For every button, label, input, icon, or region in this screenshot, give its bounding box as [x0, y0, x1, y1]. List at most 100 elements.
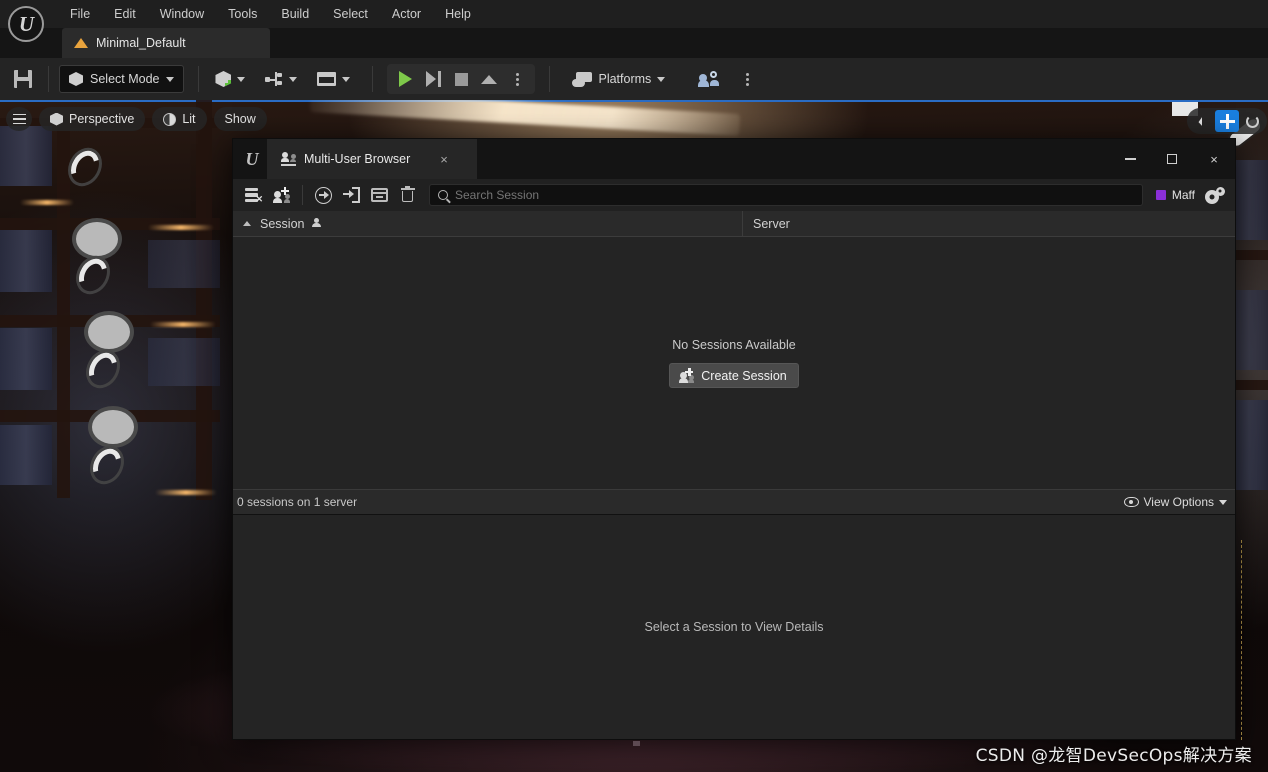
multi-user-button[interactable] — [691, 64, 727, 94]
user-name: Maff — [1171, 188, 1195, 202]
chevron-down-icon — [289, 76, 298, 82]
column-session-label: Session — [260, 216, 305, 231]
menu-file[interactable]: File — [58, 0, 102, 28]
create-session-button[interactable]: Create Session — [669, 363, 799, 388]
multi-user-icon — [698, 71, 720, 87]
menu-help[interactable]: Help — [433, 0, 483, 28]
unreal-logo-icon: U — [245, 148, 259, 169]
add-actor-icon — [215, 71, 232, 87]
viewport-menu-icon[interactable] — [6, 107, 32, 131]
hamburger-icon — [12, 113, 26, 125]
eye-icon — [1123, 497, 1139, 507]
rotate-tool-icon[interactable] — [1240, 110, 1264, 132]
cursor-arrow-icon — [1198, 116, 1206, 126]
scene-glow — [155, 490, 217, 495]
unreal-logo-icon[interactable]: U — [8, 6, 44, 42]
scene-books — [0, 425, 52, 485]
session-list[interactable]: No Sessions Available Create Session — [233, 237, 1235, 489]
play-controls-group — [387, 64, 536, 94]
save-icon[interactable] — [14, 70, 32, 88]
select-mode-label: Select Mode — [90, 72, 160, 86]
search-session-field[interactable] — [429, 184, 1143, 206]
scene-books — [0, 328, 52, 390]
viewport-show-button[interactable]: Show — [213, 107, 267, 131]
search-input[interactable] — [455, 188, 1134, 202]
close-icon[interactable]: × — [1193, 139, 1235, 179]
blueprints-button[interactable] — [257, 64, 305, 94]
menu-actor[interactable]: Actor — [380, 0, 433, 28]
settings-gears-icon[interactable] — [1202, 183, 1227, 207]
skip-play-icon[interactable] — [419, 66, 447, 92]
session-details-panel: Select a Session to View Details — [233, 515, 1235, 739]
viewport-perspective-button[interactable]: Perspective — [39, 107, 146, 131]
select-tool-icon[interactable] — [1190, 110, 1214, 132]
rotate-circle-icon — [1245, 114, 1259, 128]
menu-window[interactable]: Window — [148, 0, 216, 28]
current-user-chip[interactable]: Maff — [1152, 188, 1199, 202]
cinematics-button[interactable] — [309, 64, 358, 94]
mu-title-bar[interactable]: U Multi-User Browser × × — [233, 139, 1235, 179]
column-server-label: Server — [753, 216, 790, 231]
new-server-icon[interactable]: ✕ — [241, 183, 266, 207]
scene-prop — [87, 443, 127, 487]
cinematics-icon — [317, 72, 337, 86]
window-resize-handle[interactable] — [633, 741, 640, 746]
move-tool-icon[interactable] — [1215, 110, 1239, 132]
enter-session-icon[interactable] — [339, 183, 364, 207]
column-header-server[interactable]: Server — [743, 217, 1235, 231]
scene-prop — [65, 145, 105, 189]
mu-tab[interactable]: Multi-User Browser × — [267, 139, 477, 179]
lit-icon — [163, 112, 177, 126]
perspective-icon — [50, 112, 63, 126]
toolbar-divider — [302, 185, 303, 205]
create-session-label: Create Session — [701, 368, 787, 383]
column-header-session[interactable]: Session — [233, 210, 743, 237]
delete-icon[interactable] — [395, 183, 420, 207]
archive-icon[interactable] — [367, 183, 392, 207]
level-tab-label: Minimal_Default — [96, 36, 186, 50]
viewport-transform-toolbar — [1187, 108, 1267, 134]
scene-glow — [148, 225, 214, 230]
select-mode-button[interactable]: Select Mode — [59, 65, 185, 93]
mu-toolbar: ✕ Search Session Maff — [233, 179, 1235, 211]
add-actor-button[interactable] — [207, 64, 253, 94]
play-icon[interactable] — [391, 66, 419, 92]
level-tab-minimal-default[interactable]: Minimal_Default — [62, 28, 270, 58]
empty-state-message: No Sessions Available — [672, 338, 796, 352]
platforms-button[interactable]: Platforms — [564, 64, 673, 94]
settings-kebab-icon[interactable] — [731, 64, 763, 94]
play-options-icon[interactable] — [503, 66, 531, 92]
user-color-swatch — [1155, 190, 1166, 200]
search-icon — [438, 190, 448, 200]
scene-wire — [1241, 540, 1242, 740]
scene-shelf-post — [196, 100, 212, 500]
scene-prop — [88, 315, 130, 349]
level-tab-bar: Minimal_Default — [0, 28, 1268, 58]
close-icon[interactable]: × — [440, 153, 448, 166]
eject-icon[interactable] — [475, 66, 503, 92]
menu-edit[interactable]: Edit — [102, 0, 148, 28]
viewport-viewmode-button[interactable]: Lit — [152, 107, 207, 131]
chevron-down-icon — [237, 76, 246, 82]
maximize-icon[interactable] — [1151, 139, 1193, 179]
main-toolbar: Select Mode Platforms — [0, 58, 1268, 100]
stop-icon[interactable] — [447, 66, 475, 92]
chevron-down-icon — [657, 76, 666, 82]
add-user-icon[interactable] — [269, 183, 294, 207]
toolbar-divider — [372, 66, 374, 92]
session-count-text: 0 sessions on 1 server — [237, 495, 358, 509]
view-options-button[interactable]: View Options — [1123, 495, 1227, 509]
menu-build[interactable]: Build — [269, 0, 321, 28]
multi-user-browser-window: U Multi-User Browser × × ✕ Search Sessio… — [232, 138, 1236, 740]
scene-glow — [150, 322, 216, 327]
platforms-icon — [572, 71, 593, 87]
menu-select[interactable]: Select — [321, 0, 380, 28]
view-options-label: View Options — [1143, 495, 1214, 509]
menu-tools[interactable]: Tools — [216, 0, 269, 28]
join-session-icon[interactable] — [311, 183, 336, 207]
minimize-icon[interactable] — [1109, 139, 1151, 179]
window-buttons: × — [1109, 139, 1235, 179]
create-session-icon — [679, 367, 695, 383]
viewport-toolbar-left: Perspective Lit Show — [6, 107, 267, 131]
chevron-down-icon — [342, 76, 351, 82]
